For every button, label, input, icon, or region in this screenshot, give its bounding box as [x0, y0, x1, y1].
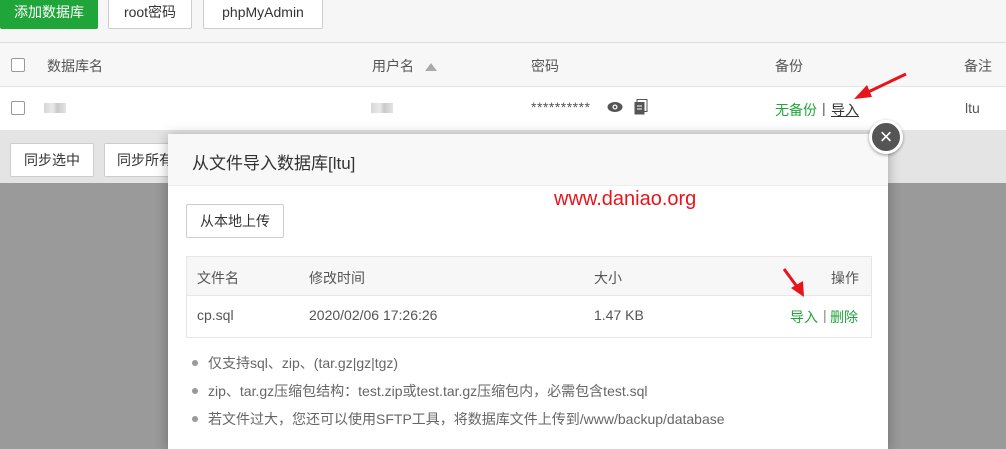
database-page: 添加数据库 root密码 phpMyAdmin 数据库名 用户名 密码 备份 备… — [0, 0, 1006, 449]
copy-icon[interactable] — [634, 99, 648, 115]
header-filename: 文件名 — [197, 270, 239, 286]
header-db-name: 数据库名 — [47, 58, 103, 74]
notes-list: 仅支持sql、zip、(tar.gz|gz|tgz) zip、tar.gz压缩包… — [190, 352, 725, 436]
note-item: 若文件过大，您还可以使用SFTP工具，将数据库文件上传到/www/backup/… — [190, 408, 725, 436]
annotation-arrow-icon — [854, 72, 907, 99]
note-item: 仅支持sql、zip、(tar.gz|gz|tgz) — [190, 352, 725, 380]
file-modified: 2020/02/06 17:26:26 — [309, 307, 438, 323]
file-name: cp.sql — [197, 307, 234, 323]
annotation-arrow-icon — [782, 268, 804, 297]
add-database-button[interactable]: 添加数据库 — [0, 0, 98, 29]
close-icon[interactable]: × — [869, 120, 903, 154]
select-all-checkbox[interactable] — [11, 58, 25, 72]
header-note: 备注 — [964, 58, 992, 74]
sync-selected-button[interactable]: 同步选中 — [10, 143, 94, 177]
eye-icon[interactable] — [607, 101, 623, 113]
sort-up-icon — [424, 63, 437, 72]
header-size: 大小 — [594, 270, 622, 286]
row-checkbox[interactable] — [11, 101, 25, 115]
table-row: cp.sql 2020/02/06 17:26:26 1.47 KB 导入 | … — [187, 296, 871, 336]
modal-title: 从文件导入数据库[ltu] — [192, 154, 356, 173]
password-mask: ********** — [531, 99, 591, 115]
phpmyadmin-button[interactable]: phpMyAdmin — [203, 0, 323, 29]
file-delete-link[interactable]: 删除 — [830, 307, 858, 327]
backup-status: 无备份 — [775, 102, 817, 118]
upload-local-button[interactable]: 从本地上传 — [186, 204, 284, 238]
note-item: zip、tar.gz压缩包结构：test.zip或test.tar.gz压缩包内… — [190, 380, 725, 408]
backup-separator: | — [822, 100, 826, 116]
file-table: 文件名 修改时间 大小 操作 cp.sql 2020/02/06 17:26:2… — [186, 256, 872, 338]
header-username[interactable]: 用户名 — [372, 56, 438, 76]
file-table-header: 文件名 修改时间 大小 操作 — [187, 257, 871, 296]
header-username-label: 用户名 — [372, 58, 414, 74]
header-password: 密码 — [531, 58, 559, 74]
file-action-separator: | — [823, 307, 827, 323]
file-import-link[interactable]: 导入 — [790, 307, 818, 327]
row-note: ltu — [965, 100, 980, 116]
watermark-text: www.daniao.org — [554, 188, 697, 210]
file-size: 1.47 KB — [594, 307, 644, 323]
header-modified: 修改时间 — [309, 270, 365, 286]
header-backup: 备份 — [775, 58, 803, 74]
modal-header: 从文件导入数据库[ltu] — [168, 134, 888, 186]
db-name-redacted — [44, 103, 66, 113]
username-redacted — [371, 103, 393, 113]
root-password-button[interactable]: root密码 — [108, 0, 192, 29]
header-actions: 操作 — [831, 270, 859, 286]
